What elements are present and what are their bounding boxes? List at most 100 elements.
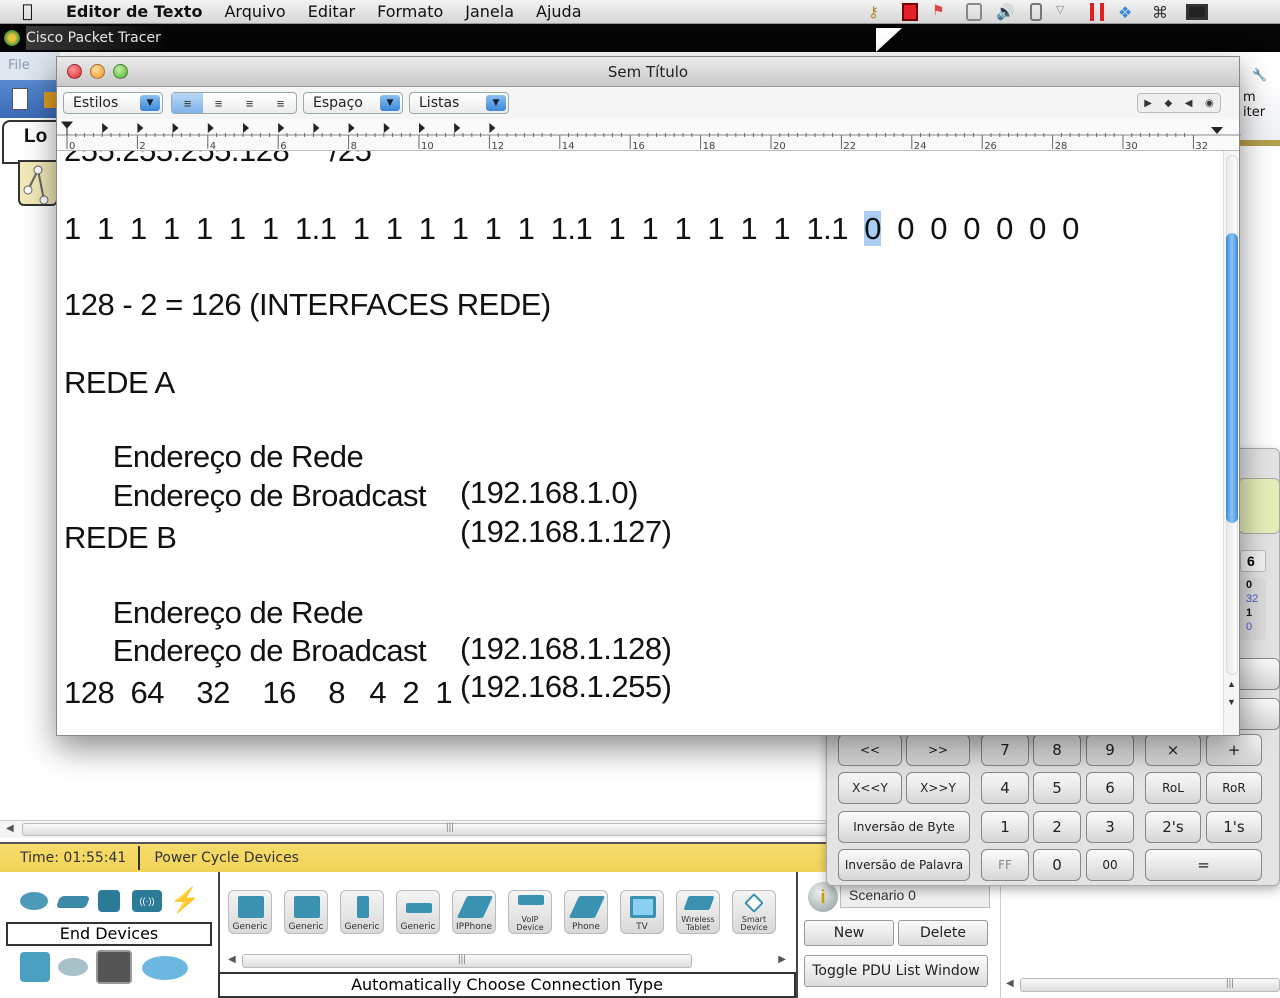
menu-ajuda[interactable]: Ajuda xyxy=(536,2,582,21)
align-justify-button[interactable]: ≡ xyxy=(234,93,265,113)
calc-double-zero-button[interactable]: 00 xyxy=(1086,849,1134,881)
ruler[interactable]: 0 2 4 6 8 10 12 14 16 18 20 22 24 26 28 30 32 xyxy=(57,119,1241,151)
align-right-button[interactable]: ≡ xyxy=(265,93,296,113)
lists-dropdown[interactable]: Listas ▼ xyxy=(409,92,509,114)
device-smart[interactable]: Smart Device xyxy=(732,890,776,934)
calc-digit-4[interactable]: 4 xyxy=(981,772,1029,804)
multiuser-icon[interactable] xyxy=(142,956,188,980)
right-margin-marker[interactable] xyxy=(1211,127,1223,134)
device-ip-phone[interactable]: IPPhone xyxy=(452,890,496,934)
device-voip[interactable]: VoIP Device xyxy=(508,890,552,934)
pt-menu-file[interactable]: File xyxy=(0,52,60,80)
device-generic-laptop[interactable]: Generic xyxy=(284,890,328,934)
calc-x-shift-left-y-button[interactable]: X<<Y xyxy=(838,772,902,804)
new-file-icon[interactable] xyxy=(12,88,28,110)
scenario-select[interactable]: Scenario 0 xyxy=(840,884,990,908)
calc-digit-2[interactable]: 2 xyxy=(1033,811,1081,843)
document-vertical-scrollbar[interactable]: ▲ ▼ xyxy=(1223,151,1239,735)
canvas-horizontal-scrollbar[interactable]: ◀ ||| xyxy=(0,820,830,838)
menu-janela[interactable]: Janela xyxy=(465,2,514,21)
calc-digit-8[interactable]: 8 xyxy=(1033,734,1081,766)
display-icon[interactable] xyxy=(1186,4,1208,20)
calc-digit-0[interactable]: 0 xyxy=(1033,849,1081,881)
battery-icon[interactable] xyxy=(1030,3,1042,21)
calc-shift-left-button[interactable]: << xyxy=(838,734,902,766)
new-scenario-button[interactable]: New xyxy=(804,920,894,946)
menu-arquivo[interactable]: Arquivo xyxy=(224,2,285,21)
custom-device-icon[interactable] xyxy=(96,950,132,984)
tab-stop-marker[interactable] xyxy=(278,123,285,133)
info-icon[interactable]: i xyxy=(808,882,838,912)
tab-stop-marker[interactable] xyxy=(102,123,109,133)
tab-stop-marker[interactable] xyxy=(172,123,179,133)
apple-menu-icon[interactable]:  xyxy=(22,1,52,22)
router-icon[interactable] xyxy=(20,892,48,910)
connection-icon[interactable]: ⚡ xyxy=(170,886,200,914)
calc-word-swap-button[interactable]: Inversão de Palavra xyxy=(838,849,970,881)
calc-digit-3[interactable]: 3 xyxy=(1086,811,1134,843)
calc-twos-complement-button[interactable]: 2's xyxy=(1145,811,1201,843)
calc-rotate-left-button[interactable]: RoL xyxy=(1145,772,1201,804)
pause-icon[interactable] xyxy=(1090,3,1104,21)
wan-emulation-icon[interactable] xyxy=(58,958,88,976)
calc-multiply-button[interactable]: × xyxy=(1145,734,1201,766)
decimal-tab-icon[interactable]: ◉ xyxy=(1205,98,1214,109)
logical-workspace-tab[interactable]: Lo xyxy=(2,120,58,164)
tab-stop-marker[interactable] xyxy=(454,123,461,133)
minimize-window-button[interactable] xyxy=(90,64,105,79)
volume-icon[interactable]: 🔊 xyxy=(996,3,1016,21)
calc-shift-right-button[interactable]: >> xyxy=(906,734,970,766)
scroll-down-icon[interactable]: ▼ xyxy=(1227,697,1236,707)
menu-formato[interactable]: Formato xyxy=(377,2,443,21)
center-tab-icon[interactable]: ◆ xyxy=(1165,98,1173,109)
end-devices-icon[interactable] xyxy=(20,952,50,982)
dropbox-icon[interactable]: ❖ xyxy=(1118,3,1138,22)
dropdown-icon[interactable]: ▽ xyxy=(1056,3,1076,21)
logical-topology-icon[interactable] xyxy=(18,160,58,206)
scrollbar-thumb[interactable] xyxy=(1226,233,1238,523)
calc-digit-6[interactable]: 6 xyxy=(1086,772,1134,804)
calc-digit-7[interactable]: 7 xyxy=(981,734,1029,766)
device-tv[interactable]: TV xyxy=(620,890,664,934)
calc-digit-1[interactable]: 1 xyxy=(981,811,1029,843)
align-center-button[interactable]: ≡ xyxy=(203,93,234,113)
tab-stop-marker[interactable] xyxy=(207,123,214,133)
device-wireless-tablet[interactable]: Wireless Tablet xyxy=(676,890,720,934)
tab-stop-marker[interactable] xyxy=(313,123,320,133)
textedit-titlebar[interactable]: Sem Título xyxy=(57,57,1239,87)
scroll-left-icon[interactable]: ◀ xyxy=(1006,978,1014,989)
styles-dropdown[interactable]: Estilos ▼ xyxy=(63,92,163,114)
align-left-button[interactable]: ≡ xyxy=(172,93,203,113)
toggle-pdu-list-button[interactable]: Toggle PDU List Window xyxy=(804,955,988,987)
disk-utility-icon[interactable] xyxy=(966,3,982,21)
calc-ones-complement-button[interactable]: 1's xyxy=(1206,811,1262,843)
device-phone[interactable]: Phone xyxy=(564,890,608,934)
tab-stop-marker[interactable] xyxy=(137,123,144,133)
calc-equals-button[interactable]: = xyxy=(1145,849,1262,881)
zoom-window-button[interactable] xyxy=(113,64,128,79)
tab-stop-marker[interactable] xyxy=(489,123,496,133)
delete-scenario-button[interactable]: Delete xyxy=(898,920,988,946)
cmd-key-icon[interactable]: ⌘ xyxy=(1152,3,1172,22)
scroll-right-icon[interactable]: ▶ xyxy=(778,954,786,965)
device-generic-server[interactable]: Generic xyxy=(340,890,384,934)
switch-icon[interactable] xyxy=(55,896,91,908)
calc-add-button[interactable]: + xyxy=(1206,734,1262,766)
wrench-icon[interactable]: 🔧 xyxy=(1252,68,1267,82)
wireless-icon[interactable]: ((·)) xyxy=(132,890,162,912)
scrollbar-thumb[interactable] xyxy=(1020,978,1280,992)
left-tab-icon[interactable]: ▶ xyxy=(1144,98,1152,109)
right-tab-icon[interactable]: ◀ xyxy=(1185,98,1193,109)
calc-digit-9[interactable]: 9 xyxy=(1086,734,1134,766)
tab-stop-marker[interactable] xyxy=(348,123,355,133)
menu-editar[interactable]: Editar xyxy=(308,2,355,21)
device-list-scrollbar[interactable]: ◀ ||| ▶ xyxy=(222,950,792,972)
document-body[interactable]: 255.255.255.128 /25 1 1 1 1 1 1 1 1.1 1 … xyxy=(57,151,1223,736)
power-cycle-devices-button[interactable]: Power Cycle Devices xyxy=(140,850,299,866)
tab-stop-marker[interactable] xyxy=(243,123,249,133)
menu-app-name[interactable]: Editor de Texto xyxy=(66,2,202,21)
indent-marker[interactable] xyxy=(60,121,74,135)
device-generic-printer[interactable]: Generic xyxy=(396,890,440,934)
flag-x-icon[interactable]: ⚑ xyxy=(932,3,952,21)
tab-stop-marker[interactable] xyxy=(383,123,390,133)
